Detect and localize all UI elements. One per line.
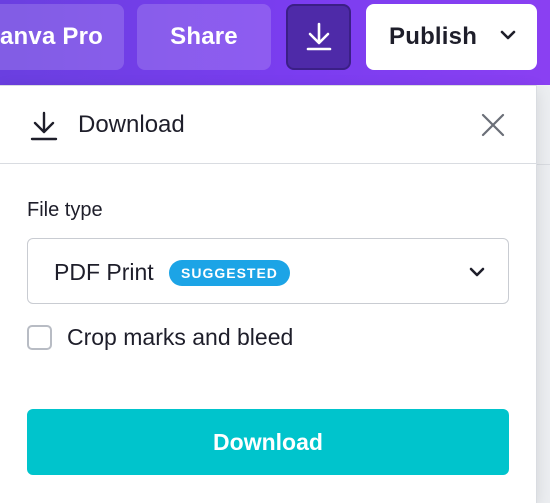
canva-pro-button[interactable]: anva Pro [0,4,124,70]
chevron-down-icon [469,267,485,277]
publish-button[interactable]: Publish [366,4,537,70]
download-panel: Download File type PDF Print SUGGESTED C… [0,86,536,503]
crop-marks-label[interactable]: Crop marks and bleed [67,324,293,351]
chevron-down-icon [500,30,516,40]
share-button[interactable]: Share [137,4,271,70]
crop-marks-checkbox[interactable] [27,325,52,350]
file-type-label: File type [27,199,103,221]
canvas-edge-right [536,86,550,503]
share-label: Share [170,23,238,50]
download-icon [30,111,58,141]
download-icon [306,22,331,51]
download-toolbar-button[interactable] [286,4,351,70]
suggested-badge: SUGGESTED [169,260,290,286]
publish-label: Publish [389,23,478,50]
top-toolbar: anva Pro Share Publish [0,0,550,85]
panel-header: Download [0,86,536,164]
panel-title: Download [78,111,185,138]
close-icon[interactable] [480,112,506,138]
file-type-select[interactable]: PDF Print SUGGESTED [27,238,509,304]
download-button[interactable]: Download [27,409,509,475]
file-type-value: PDF Print [54,259,154,285]
download-button-label: Download [213,428,323,455]
canva-pro-label: anva Pro [0,23,103,50]
